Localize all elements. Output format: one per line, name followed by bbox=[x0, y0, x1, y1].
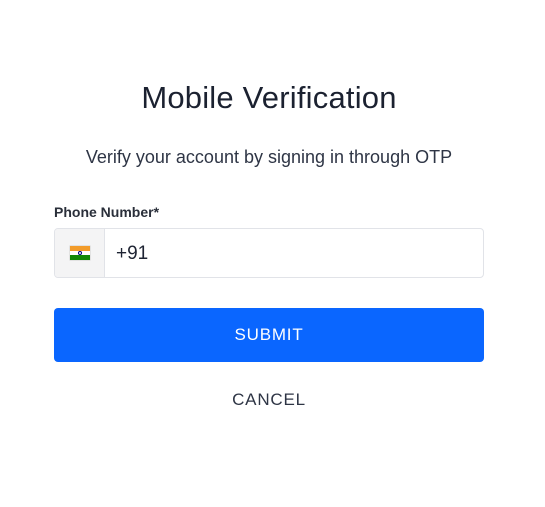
cancel-button[interactable]: CANCEL bbox=[54, 385, 484, 415]
dialog-subtitle: Verify your account by signing in throug… bbox=[85, 147, 453, 167]
submit-button[interactable]: SUBMIT bbox=[54, 308, 484, 362]
phone-number-label: Phone Number* bbox=[54, 204, 160, 220]
dialog-title: Mobile Verification bbox=[141, 80, 397, 115]
mobile-verification-dialog: Mobile Verification Verify your account … bbox=[0, 0, 545, 507]
phone-number-input[interactable] bbox=[105, 229, 483, 277]
phone-number-field bbox=[54, 228, 484, 278]
india-flag-icon bbox=[69, 246, 90, 261]
country-code-selector[interactable] bbox=[55, 229, 105, 277]
